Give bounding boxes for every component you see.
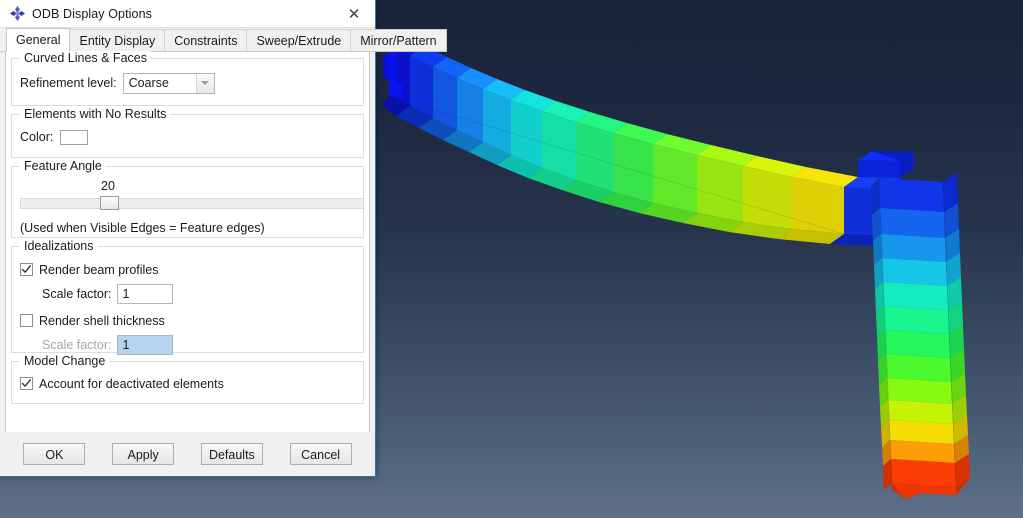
feature-angle-value: 20 (101, 179, 115, 193)
ok-button[interactable]: OK (23, 443, 86, 465)
feature-angle-slider-wrap: 20 (20, 179, 364, 213)
group-feature-angle: Feature Angle 20 (Used when Visible Edge… (11, 159, 364, 238)
render-beam-profiles-label: Render beam profiles (39, 262, 159, 277)
shell-scale-factor-label: Scale factor: (42, 338, 112, 352)
dialog-footer: OK Apply Defaults Cancel (0, 432, 375, 476)
feature-angle-slider-thumb[interactable] (100, 196, 119, 210)
feature-angle-hint: (Used when Visible Edges = Feature edges… (20, 221, 265, 235)
beam-scale-factor-input[interactable] (117, 284, 174, 304)
beam-scale-factor-label: Scale factor: (42, 287, 112, 301)
group-legend-feature-angle: Feature Angle (20, 159, 106, 174)
tab-mirror-pattern[interactable]: Mirror/Pattern (350, 29, 447, 52)
account-deactivated-row[interactable]: Account for deactivated elements (20, 373, 355, 394)
refinement-level-label: Refinement level: (20, 76, 117, 90)
checkmark-icon (21, 265, 31, 273)
render-shell-thickness-checkbox[interactable] (20, 314, 33, 327)
group-model-change: Model Change Account for deactivated ele… (11, 354, 364, 404)
checkmark-icon (21, 379, 31, 387)
account-deactivated-label: Account for deactivated elements (39, 376, 224, 391)
render-shell-thickness-row[interactable]: Render shell thickness (20, 310, 355, 331)
tab-constraints[interactable]: Constraints (164, 29, 248, 52)
shell-scale-factor-input (117, 335, 174, 355)
close-icon[interactable]: ✕ (333, 0, 375, 28)
tab-page-general: Curved Lines & Faces Refinement level: C… (5, 51, 370, 445)
shell-scale-factor-row: Scale factor: (42, 334, 355, 356)
no-results-color-label: Color: (20, 130, 54, 144)
no-results-color-swatch[interactable] (60, 129, 89, 145)
dialog-titlebar: ODB Display Options ✕ (0, 0, 375, 28)
group-elements-no-results: Elements with No Results Color: (11, 107, 364, 158)
abaqus-diamond-icon (8, 5, 26, 23)
column-front-face (879, 178, 956, 487)
apply-button[interactable]: Apply (112, 443, 175, 465)
refinement-level-value: Coarse (128, 76, 169, 90)
tab-entity-display[interactable]: Entity Display (69, 29, 166, 52)
group-curved-lines-faces: Curved Lines & Faces Refinement level: C… (11, 51, 364, 106)
group-legend-curved: Curved Lines & Faces (20, 51, 151, 66)
tab-sweep-extrude[interactable]: Sweep/Extrude (246, 29, 352, 52)
feature-angle-slider-track[interactable] (20, 198, 364, 209)
refinement-level-combo[interactable]: Coarse (122, 72, 215, 94)
group-idealizations: Idealizations Render beam profiles Scale… (11, 239, 364, 356)
group-legend-idealizations: Idealizations (20, 239, 98, 254)
group-legend-model-change: Model Change (20, 354, 110, 369)
render-shell-thickness-label: Render shell thickness (39, 313, 165, 328)
account-deactivated-checkbox[interactable] (20, 377, 33, 390)
chevron-down-icon (195, 73, 214, 93)
cancel-button[interactable]: Cancel (289, 443, 352, 465)
tab-strip: General Entity Display Constraints Sweep… (0, 28, 447, 52)
defaults-button[interactable]: Defaults (200, 443, 263, 465)
group-legend-no-results: Elements with No Results (20, 107, 171, 122)
screen: ODB Display Options ✕ General Entity Dis… (0, 0, 1023, 518)
render-beam-profiles-row[interactable]: Render beam profiles (20, 259, 355, 280)
render-beam-profiles-checkbox[interactable] (20, 263, 33, 276)
beam-scale-factor-row: Scale factor: (42, 283, 355, 305)
odb-display-options-dialog: ODB Display Options ✕ General Entity Dis… (0, 0, 447, 477)
tab-general[interactable]: General (6, 28, 71, 52)
dialog-title: ODB Display Options (32, 6, 152, 21)
